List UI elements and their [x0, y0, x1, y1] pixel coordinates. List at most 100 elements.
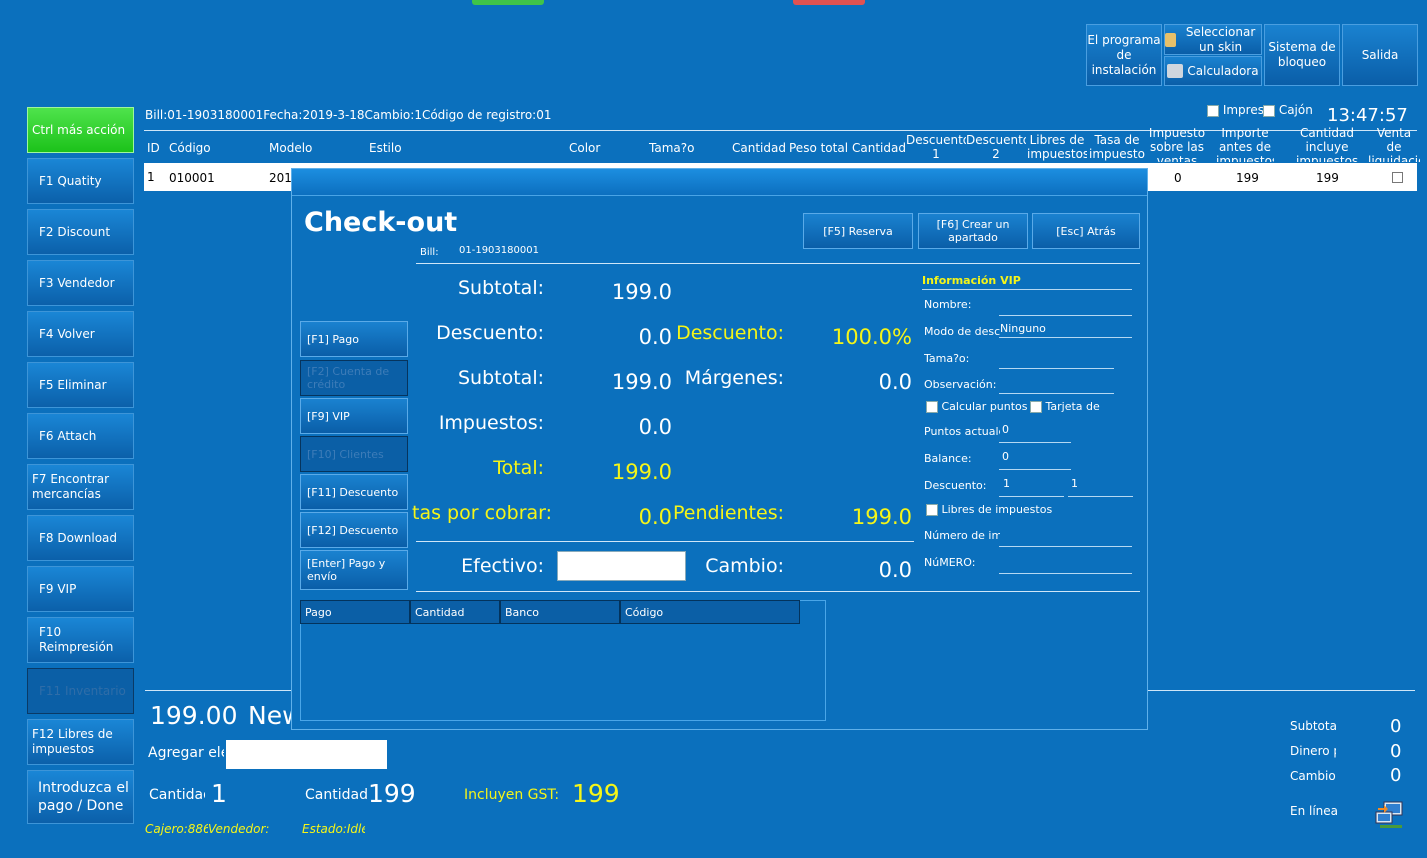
quantity-label: Cantidad: [149, 787, 205, 803]
back-button[interactable]: [Esc] Atrás: [1032, 213, 1140, 249]
pay-button[interactable]: [F1] Pago: [300, 321, 408, 357]
vip-discount-a-line: [999, 496, 1064, 497]
calc-points-checkbox[interactable]: [926, 401, 938, 413]
col-size: Tama?o: [649, 141, 695, 155]
col-incl-tax: Cantidad incluye impuestos: [1296, 126, 1358, 162]
cash-input[interactable]: [557, 551, 686, 581]
vip-balance-line: [999, 469, 1071, 470]
total-value: 199.0: [611, 460, 672, 484]
col-liquidation: Venta de liquidación: [1368, 126, 1420, 162]
select-skin-button[interactable]: Seleccionar un skin: [1164, 24, 1262, 55]
print-option[interactable]: Impresión: [1207, 103, 1263, 117]
sidebar-item-find-goods[interactable]: F7 Encontrar mercancías: [27, 464, 134, 510]
sidebar-item-discount[interactable]: F2 Discount: [27, 209, 134, 255]
reserve-button[interactable]: [F5] Reserva: [803, 213, 913, 249]
sidebar-item-ctrl-action[interactable]: Ctrl más acción: [27, 107, 134, 153]
drawer-checkbox[interactable]: [1263, 104, 1275, 117]
col-pre-tax: Importe antes de impuestos: [1216, 126, 1274, 162]
right-money-value: 0: [1390, 741, 1402, 762]
col-model: Modelo: [269, 141, 313, 155]
vip-number-field[interactable]: [999, 573, 1132, 574]
sidebar-item-inventory[interactable]: F11 Inventario: [27, 668, 134, 714]
vip-discount-b-line: [1068, 496, 1133, 497]
vip-discount-label: Descuento:: [924, 479, 987, 492]
drawer-option[interactable]: Cajón: [1263, 103, 1313, 117]
gst-value: 199: [572, 779, 620, 808]
vip-points-value: 0: [1002, 423, 1009, 436]
col-code: Código: [169, 141, 211, 155]
vip-note-field[interactable]: [999, 393, 1114, 394]
vip-button[interactable]: [F9] VIP: [300, 398, 408, 434]
big-total: 199.00: [150, 701, 238, 730]
top-decoration-green: [472, 0, 544, 5]
row-incl-tax: 199: [1316, 171, 1339, 185]
sidebar-item-return[interactable]: F4 Volver: [27, 311, 134, 357]
add-item-input[interactable]: [226, 740, 387, 769]
vip-name-field[interactable]: [999, 315, 1132, 316]
lock-system-button[interactable]: Sistema de bloqueo: [1264, 24, 1340, 86]
vip-card[interactable]: Tarjeta de: [1030, 400, 1100, 413]
grid-col-amount: Cantidad: [410, 600, 500, 624]
vip-title-underline: [922, 289, 1132, 290]
bill-label: Bill:: [420, 247, 439, 258]
sidebar-item-delete[interactable]: F5 Eliminar: [27, 362, 134, 408]
vip-calc-points[interactable]: Calcular puntos: [926, 400, 1028, 413]
grid-col-payment: Pago: [300, 600, 410, 624]
vip-tax-free[interactable]: Libres de impuestos: [926, 503, 1052, 516]
col-total-weight: Peso total: [789, 141, 849, 155]
card-checkbox[interactable]: [1030, 401, 1042, 413]
subtotal2-value: 199.0: [611, 370, 672, 394]
sidebar-item-quantity[interactable]: F1 Quatity: [27, 158, 134, 204]
col-discount-1: Descuento 1: [906, 133, 966, 161]
vip-tax-number-field[interactable]: [999, 546, 1132, 547]
sidebar-item-download[interactable]: F8 Download: [27, 515, 134, 561]
quantity2-label: Cantidad: [305, 787, 368, 803]
sidebar-item-attach[interactable]: F6 Attach: [27, 413, 134, 459]
total-label: Total:: [493, 457, 544, 479]
sidebar-item-reprint[interactable]: F10 Reimpresión: [27, 617, 134, 663]
vip-balance-value: 0: [1002, 450, 1009, 463]
sidebar-item-seller[interactable]: F3 Vendedor: [27, 260, 134, 306]
exit-button[interactable]: Salida: [1342, 24, 1418, 86]
col-quantity: Cantidad: [732, 141, 786, 155]
tax-free-checkbox[interactable]: [926, 504, 938, 516]
discount-value: 0.0: [638, 325, 672, 349]
vip-tax-number-label: Número de impuesto: [924, 529, 1000, 542]
margins-value: 0.0: [878, 370, 912, 394]
dialog-title-bar: [292, 169, 1147, 196]
sidebar-item-tax-free[interactable]: F12 Libres de impuestos: [27, 719, 134, 765]
grid-col-code: Código: [620, 600, 800, 624]
card-label: Tarjeta de: [1045, 400, 1100, 413]
bill-info: Bill:01-1903180001Fecha:2019-3-18Cambio:…: [145, 108, 552, 122]
status: Estado:Idle: [302, 822, 365, 836]
vip-discount-mode-value[interactable]: Ninguno: [1000, 322, 1046, 335]
discount-f11-button[interactable]: [F11] Descuento: [300, 474, 408, 510]
row-id: 1: [147, 170, 155, 184]
gst-label: Incluyen GST:: [464, 787, 560, 803]
sidebar-item-vip[interactable]: F9 VIP: [27, 566, 134, 612]
vip-discount-b[interactable]: 1: [1071, 477, 1078, 490]
taxes-label: Impuestos:: [438, 412, 544, 434]
calculator-button[interactable]: Calculadora: [1164, 56, 1262, 86]
credit-account-button[interactable]: [F2] Cuenta de crédito: [300, 360, 408, 396]
clients-button[interactable]: [F10] Clientes: [300, 436, 408, 472]
row-pre-tax: 199: [1236, 171, 1259, 185]
vip-size-field[interactable]: [999, 368, 1114, 369]
row-liquidation-checkbox[interactable]: [1392, 172, 1403, 183]
sidebar-item-enter-payment[interactable]: Introduzca el pago / Done: [27, 770, 134, 824]
palette-icon: [1165, 32, 1177, 47]
col-tax-rate: Tasa de impuesto: [1089, 133, 1145, 161]
calculator-icon: [1167, 64, 1184, 78]
vip-discount-a[interactable]: 1: [1003, 477, 1010, 490]
discount-f12-button[interactable]: [F12] Descuento: [300, 512, 408, 548]
checkout-dialog: Check-out Bill: 01-1903180001 [F5] Reser…: [291, 168, 1148, 730]
pay-and-send-button[interactable]: [Enter] Pago y envío: [300, 550, 408, 590]
change-value: 0.0: [878, 558, 912, 582]
change-label: Cambio:: [705, 555, 784, 577]
col-discount-2: Descuento 2: [966, 133, 1026, 161]
install-program-button[interactable]: El programa de instalación: [1086, 24, 1162, 86]
print-checkbox[interactable]: [1207, 104, 1219, 117]
add-item-label: Agregar ele: [148, 745, 224, 761]
layaway-button[interactable]: [F6] Crear un apartado: [918, 213, 1028, 249]
pending-label: Pendientes:: [672, 502, 784, 524]
